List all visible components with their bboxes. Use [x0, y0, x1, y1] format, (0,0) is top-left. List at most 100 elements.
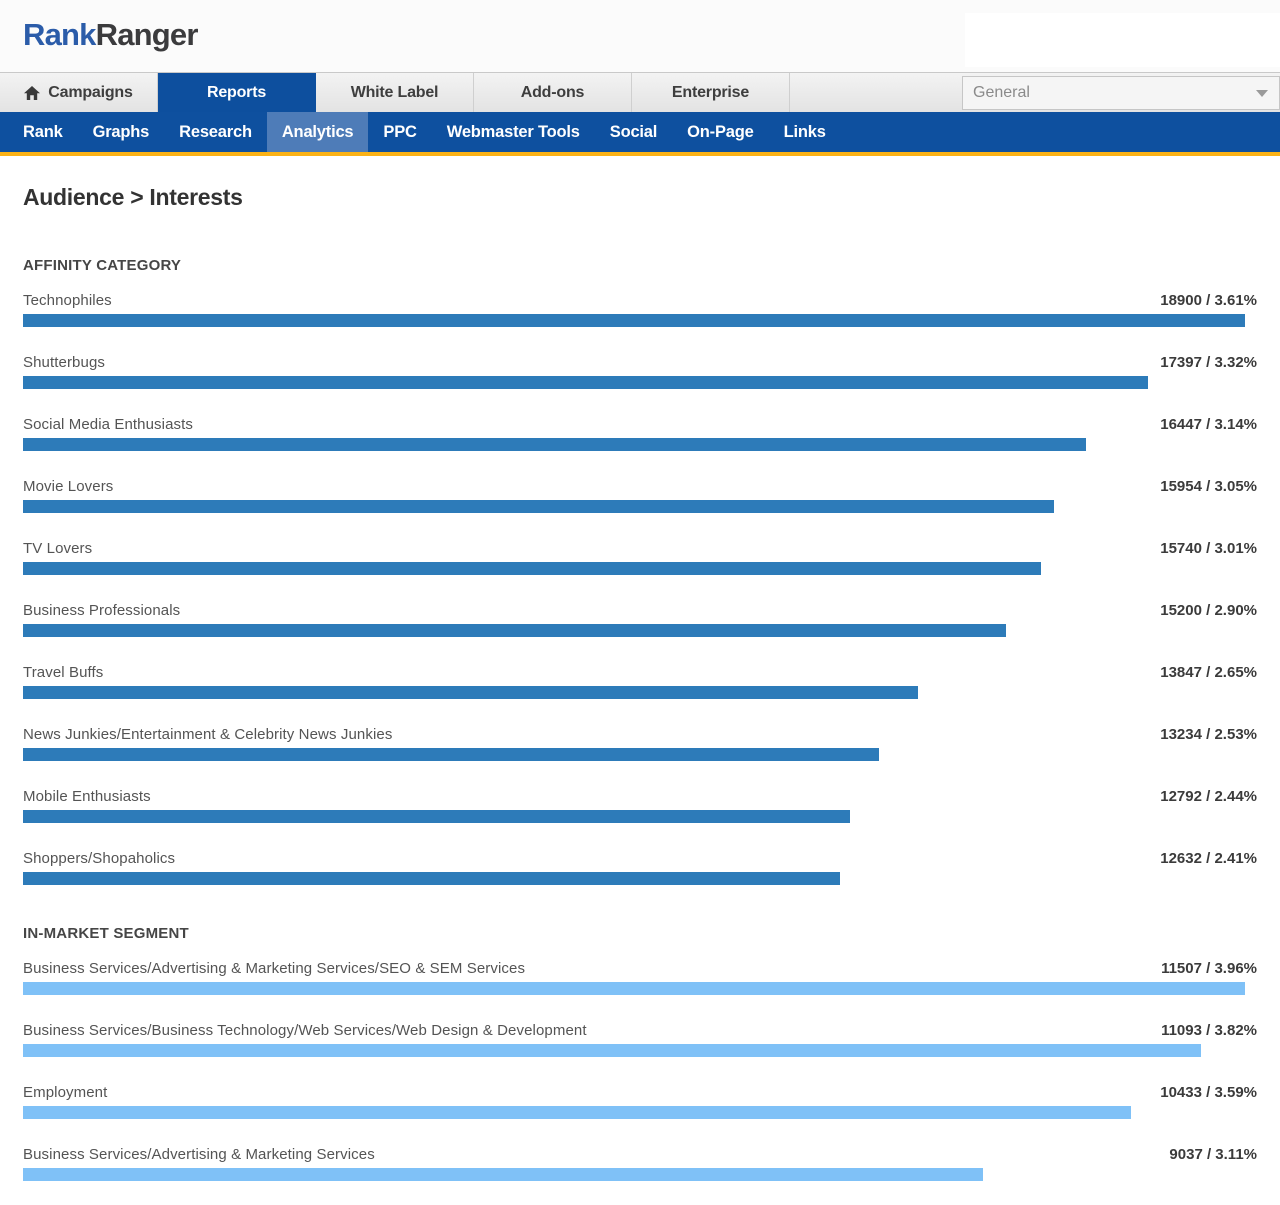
row-label: Social Media Enthusiasts: [23, 415, 1160, 435]
chart-row: Mobile Enthusiasts12792 / 2.44%: [23, 787, 1257, 823]
sub-tab-graphs[interactable]: Graphs: [78, 112, 165, 152]
main-tab-label: Add-ons: [521, 84, 584, 102]
main-tab-add-ons[interactable]: Add-ons: [474, 73, 632, 112]
row-value: 12792 / 2.44%: [1160, 787, 1257, 807]
bar-track: [23, 982, 1245, 995]
row-label: News Junkies/Entertainment & Celebrity N…: [23, 725, 1160, 745]
chart-row-header: Shutterbugs17397 / 3.32%: [23, 353, 1257, 373]
row-value: 13234 / 2.53%: [1160, 725, 1257, 745]
bar: [23, 748, 879, 761]
chart-row: Business Services/Business Technology/We…: [23, 1021, 1257, 1057]
chart-row-header: Travel Buffs13847 / 2.65%: [23, 663, 1257, 683]
row-label: Business Services/Advertising & Marketin…: [23, 959, 1161, 979]
row-label: Mobile Enthusiasts: [23, 787, 1160, 807]
bar: [23, 872, 840, 885]
bar: [23, 1106, 1131, 1119]
row-value: 10433 / 3.59%: [1160, 1083, 1257, 1103]
main-tab-enterprise[interactable]: Enterprise: [632, 73, 790, 112]
report-content: Audience > Interests AFFINITY CATEGORY Te…: [0, 184, 1280, 1181]
chart-row-header: Mobile Enthusiasts12792 / 2.44%: [23, 787, 1257, 807]
row-label: Business Services/Business Technology/We…: [23, 1021, 1161, 1041]
main-tab-label: White Label: [351, 84, 439, 102]
sub-tab-rank[interactable]: Rank: [8, 112, 78, 152]
bar: [23, 376, 1148, 389]
bar-track: [23, 376, 1245, 389]
chart-row: Travel Buffs13847 / 2.65%: [23, 663, 1257, 699]
chart-row: Employment10433 / 3.59%: [23, 1083, 1257, 1119]
bar: [23, 810, 850, 823]
chart-row: Business Services/Advertising & Marketin…: [23, 1145, 1257, 1181]
chart-row-header: Employment10433 / 3.59%: [23, 1083, 1257, 1103]
chart-section-affinity-category: AFFINITY CATEGORY Technophiles18900 / 3.6…: [23, 257, 1257, 885]
row-value: 9037 / 3.11%: [1169, 1145, 1257, 1165]
chart-row: Business Services/Advertising & Marketin…: [23, 959, 1257, 995]
row-value: 11507 / 3.96%: [1161, 959, 1257, 979]
row-label: Travel Buffs: [23, 663, 1160, 683]
main-tab-campaigns[interactable]: Campaigns: [0, 73, 158, 112]
row-value: 11093 / 3.82%: [1161, 1021, 1257, 1041]
bar-track: [23, 624, 1245, 637]
bar-track: [23, 562, 1245, 575]
accent-divider: [0, 152, 1280, 156]
bar: [23, 562, 1041, 575]
bar: [23, 686, 918, 699]
chart-row-header: TV Lovers15740 / 3.01%: [23, 539, 1257, 559]
profile-select[interactable]: General: [962, 76, 1280, 110]
page-title: Audience > Interests: [23, 184, 1257, 211]
chart-row-header: Business Services/Advertising & Marketin…: [23, 1145, 1257, 1165]
chart-row: Shoppers/Shopaholics12632 / 2.41%: [23, 849, 1257, 885]
main-tab-label: Campaigns: [48, 84, 132, 102]
bar-track: [23, 748, 1245, 761]
topbar-highlight-panel: [965, 13, 1280, 67]
bar-track: [23, 500, 1245, 513]
bar: [23, 1044, 1201, 1057]
chart-row: Technophiles18900 / 3.61%: [23, 291, 1257, 327]
top-bar: RankRanger: [0, 0, 1280, 72]
section-title: IN-MARKET SEGMENT: [23, 925, 1257, 942]
sub-tab-ppc[interactable]: PPC: [368, 112, 431, 152]
bar-track: [23, 686, 1245, 699]
row-label: Technophiles: [23, 291, 1160, 311]
row-value: 18900 / 3.61%: [1160, 291, 1257, 311]
sub-tab-research[interactable]: Research: [164, 112, 267, 152]
row-label: Employment: [23, 1083, 1160, 1103]
bar-track: [23, 314, 1245, 327]
bar: [23, 1168, 983, 1181]
sub-tab-webmaster-tools[interactable]: Webmaster Tools: [432, 112, 595, 152]
profile-select-value: General: [963, 84, 1245, 102]
sub-navigation: RankGraphsResearchAnalyticsPPCWebmaster …: [0, 112, 1280, 152]
bar: [23, 982, 1245, 995]
chart-row-header: Business Services/Business Technology/We…: [23, 1021, 1257, 1041]
sub-tab-analytics[interactable]: Analytics: [267, 112, 369, 152]
chart-row: News Junkies/Entertainment & Celebrity N…: [23, 725, 1257, 761]
bar-track: [23, 438, 1245, 451]
bar-track: [23, 1044, 1245, 1057]
row-value: 12632 / 2.41%: [1160, 849, 1257, 869]
row-label: TV Lovers: [23, 539, 1160, 559]
row-label: Business Services/Advertising & Marketin…: [23, 1145, 1169, 1165]
main-tab-reports[interactable]: Reports: [158, 73, 316, 112]
sub-tab-on-page[interactable]: On-Page: [672, 112, 768, 152]
bar-track: [23, 1106, 1245, 1119]
rankranger-logo[interactable]: RankRanger: [23, 17, 198, 53]
main-tab-white-label[interactable]: White Label: [316, 73, 474, 112]
chart-row-header: Social Media Enthusiasts16447 / 3.14%: [23, 415, 1257, 435]
bar: [23, 314, 1245, 327]
profile-select-arrow-zone[interactable]: [1245, 77, 1279, 109]
main-tab-label: Reports: [207, 84, 266, 102]
bar: [23, 500, 1054, 513]
row-label: Shutterbugs: [23, 353, 1160, 373]
chart-row: Movie Lovers15954 / 3.05%: [23, 477, 1257, 513]
sub-tab-links[interactable]: Links: [769, 112, 841, 152]
chart-row-header: Technophiles18900 / 3.61%: [23, 291, 1257, 311]
row-value: 13847 / 2.65%: [1160, 663, 1257, 683]
bar-track: [23, 872, 1245, 885]
section-title: AFFINITY CATEGORY: [23, 257, 1257, 274]
sub-tab-social[interactable]: Social: [595, 112, 672, 152]
chart-row: Business Professionals15200 / 2.90%: [23, 601, 1257, 637]
logo-text-ranger: Ranger: [96, 17, 198, 52]
row-value: 17397 / 3.32%: [1160, 353, 1257, 373]
bar: [23, 438, 1086, 451]
logo-text-rank: Rank: [23, 17, 96, 52]
chart-row: Shutterbugs17397 / 3.32%: [23, 353, 1257, 389]
